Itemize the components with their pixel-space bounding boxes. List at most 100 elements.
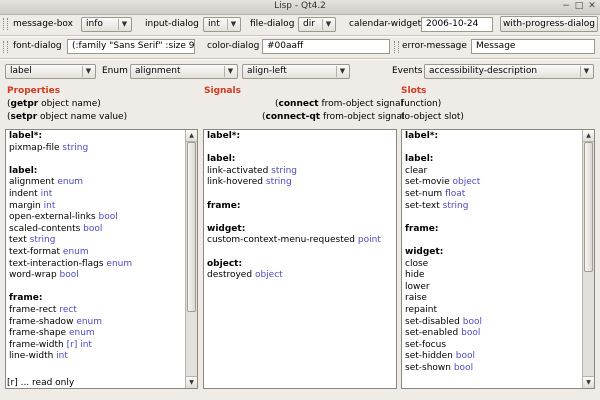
list-item[interactable]: line-width int — [9, 351, 183, 363]
list-item[interactable]: close — [405, 259, 580, 271]
list-item[interactable]: custom-context-menu-requested point — [207, 235, 393, 247]
enum-value-select[interactable]: align-left ▼ — [242, 64, 350, 79]
list-item[interactable]: text string — [9, 235, 183, 247]
maximize-icon[interactable]: □ — [573, 1, 585, 12]
list-item[interactable] — [207, 247, 393, 259]
list-item[interactable]: set-focus — [405, 340, 580, 352]
list-item-name: custom-context-menu-requested — [207, 235, 355, 246]
list-item[interactable]: link-activated string — [207, 166, 393, 178]
list-item[interactable]: link-hovered string — [207, 177, 393, 189]
list-item[interactable]: frame-rect rect — [9, 305, 183, 317]
list-item[interactable] — [405, 212, 580, 224]
list-item-name: frame: — [207, 200, 241, 211]
list-item[interactable] — [207, 189, 393, 201]
list-item[interactable] — [9, 154, 183, 166]
color-dialog-field[interactable]: #00aaff — [262, 39, 390, 54]
properties-list-body: label*: pixmap-file string label: alignmen… — [9, 131, 183, 363]
slots-list[interactable]: label*: label: clear set-movie object set-n… — [401, 129, 595, 389]
scrollbar-thumb[interactable] — [584, 142, 593, 272]
list-item[interactable]: label*: — [405, 131, 580, 143]
list-item[interactable]: alignment enum — [9, 177, 183, 189]
list-item[interactable]: object: — [207, 259, 393, 271]
list-item[interactable]: text-interaction-flags enum — [9, 259, 183, 271]
list-item[interactable]: lower — [405, 282, 580, 294]
scroll-down-icon[interactable]: ▼ — [186, 376, 197, 388]
scroll-up-icon[interactable]: ▲ — [186, 130, 197, 142]
list-item-type: string — [442, 200, 469, 211]
with-progress-dialog-button[interactable]: with-progress-dialog — [500, 16, 598, 32]
minimize-icon[interactable]: − — [560, 1, 572, 12]
list-item[interactable]: widget: — [405, 247, 580, 259]
list-item[interactable]: set-num float — [405, 189, 580, 201]
font-dialog-field[interactable]: (:family "Sans Serif" :size 9) — [67, 39, 195, 54]
list-item[interactable]: widget: — [207, 224, 393, 236]
message-box-select[interactable]: info ▼ — [81, 17, 132, 32]
list-item[interactable]: set-movie object — [405, 177, 580, 189]
list-item[interactable]: frame-shadow enum — [9, 317, 183, 329]
list-item-type: bool — [455, 351, 475, 362]
list-item[interactable]: raise — [405, 293, 580, 305]
list-item[interactable]: hide — [405, 270, 580, 282]
properties-scrollbar[interactable]: ▲ ▼ — [185, 130, 197, 388]
list-item-name — [405, 212, 408, 222]
list-item[interactable]: label: — [207, 154, 393, 166]
error-message-field[interactable]: Message — [471, 39, 595, 54]
list-item-name: label*: — [405, 131, 439, 141]
list-item[interactable] — [207, 143, 393, 155]
list-item[interactable]: set-enabled bool — [405, 328, 580, 340]
connect-qt-fn: connect-qt — [265, 112, 321, 122]
list-item[interactable]: clear — [405, 166, 580, 178]
input-dialog-select[interactable]: int ▼ — [203, 17, 241, 32]
class-select[interactable]: label ▼ — [5, 64, 96, 79]
slots-scrollbar[interactable]: ▲ ▼ — [582, 130, 594, 388]
toolbar-handle-icon[interactable] — [3, 41, 8, 53]
list-item[interactable]: frame-width [r] int — [9, 340, 183, 352]
properties-list[interactable]: label*: pixmap-file string label: alignmen… — [5, 129, 198, 389]
scrollbar-thumb[interactable] — [187, 142, 196, 312]
list-item[interactable]: label*: — [207, 131, 393, 143]
list-item-type: string — [271, 165, 297, 176]
close-icon[interactable]: ✕ — [586, 1, 598, 12]
connect-qt-help: (connect-qt from-object signal — [262, 112, 405, 122]
list-item[interactable]: set-hidden bool — [405, 351, 580, 363]
color-dialog-label: color-dialog — [207, 41, 260, 51]
setpr-fn: setpr — [10, 112, 38, 122]
list-item[interactable]: frame: — [9, 293, 183, 305]
list-item[interactable]: indent int — [9, 189, 183, 201]
list-item[interactable]: destroyed object — [207, 270, 393, 282]
list-item-name: text-interaction-flags — [9, 258, 104, 269]
list-item[interactable]: repaint — [405, 305, 580, 317]
list-item[interactable]: margin int — [9, 201, 183, 213]
list-item[interactable]: open-external-links bool — [9, 212, 183, 224]
list-item[interactable]: scaled-contents bool — [9, 224, 183, 236]
list-item[interactable]: frame: — [207, 201, 393, 213]
list-item[interactable]: label: — [405, 154, 580, 166]
scroll-up-icon[interactable]: ▲ — [583, 130, 594, 142]
list-item[interactable] — [207, 212, 393, 224]
list-item[interactable]: set-disabled bool — [405, 317, 580, 329]
list-item[interactable]: frame: — [405, 224, 580, 236]
list-item[interactable] — [405, 235, 580, 247]
toolbar-handle-icon[interactable] — [394, 41, 399, 53]
list-item[interactable]: set-text string — [405, 201, 580, 213]
toolbar-handle-icon[interactable] — [3, 18, 8, 30]
list-item[interactable] — [405, 143, 580, 155]
file-dialog-select[interactable]: dir ▼ — [298, 17, 336, 32]
list-item[interactable] — [9, 282, 183, 294]
events-select[interactable]: accessibility-description ▼ — [424, 64, 594, 79]
calendar-widget-field[interactable]: 2006-10-24 — [421, 17, 493, 32]
scroll-down-icon[interactable]: ▼ — [583, 376, 594, 388]
list-item[interactable]: set-shown bool — [405, 363, 580, 375]
list-item[interactable]: pixmap-file string — [9, 143, 183, 155]
list-item-name: raise — [405, 293, 427, 304]
list-item[interactable]: label: — [9, 166, 183, 178]
list-item[interactable]: frame-shape enum — [9, 328, 183, 340]
signals-list[interactable]: label*: label: link-activated string link-… — [203, 129, 397, 389]
list-item[interactable]: text-format enum — [9, 247, 183, 259]
list-item[interactable]: word-wrap bool — [9, 270, 183, 282]
chevron-down-icon: ▼ — [322, 19, 334, 30]
list-item-type: rect — [59, 304, 77, 315]
enum-select[interactable]: alignment ▼ — [130, 64, 238, 79]
list-item[interactable]: label*: — [9, 131, 183, 143]
list-item-type: bool — [98, 212, 118, 223]
